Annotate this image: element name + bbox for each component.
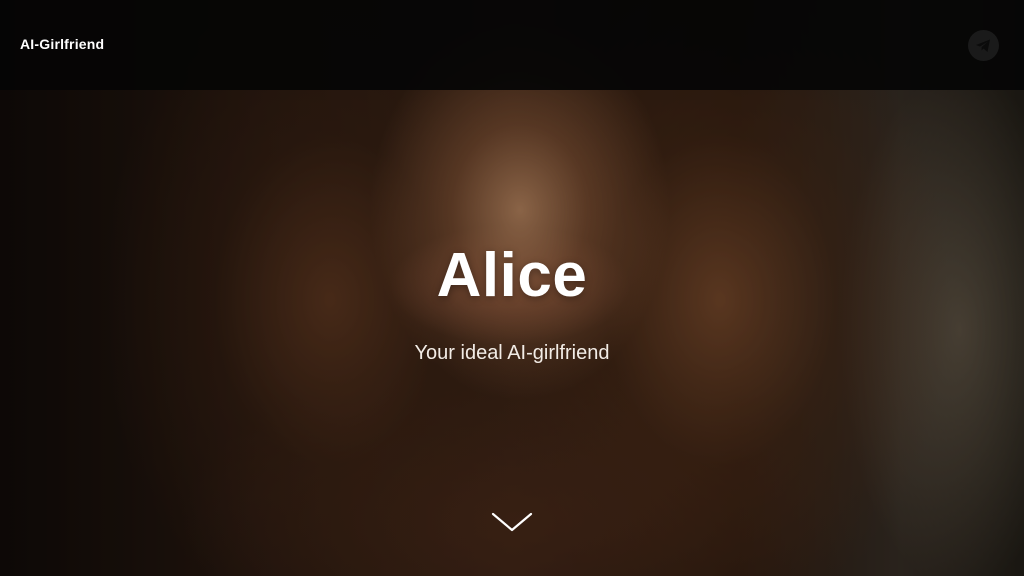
landing-page: AI-Girlfriend Alice Your ideal AI-girlfr… xyxy=(0,0,1024,576)
top-navigation-bar: AI-Girlfriend xyxy=(0,0,1024,90)
telegram-icon xyxy=(968,30,999,61)
telegram-button[interactable] xyxy=(968,30,999,61)
hero-subtitle: Your ideal AI-girlfriend xyxy=(414,342,610,364)
scroll-down-button[interactable] xyxy=(490,508,534,536)
brand-logo-link[interactable]: AI-Girlfriend xyxy=(20,36,104,52)
chevron-down-icon xyxy=(491,512,533,532)
hero-title: Alice xyxy=(436,240,588,310)
